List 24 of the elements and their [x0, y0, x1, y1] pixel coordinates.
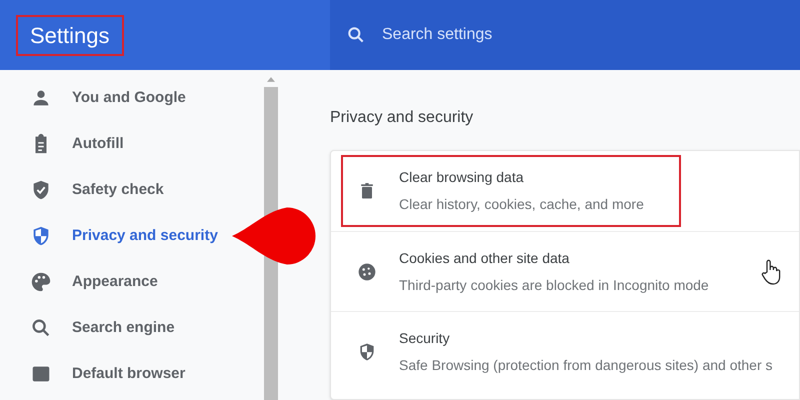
search-icon	[30, 317, 52, 339]
row-title: Security	[399, 328, 451, 348]
sidebar-item[interactable]: Privacy and security	[0, 213, 228, 259]
sidebar-item[interactable]: You and Google	[0, 75, 228, 121]
settings-title: Settings	[16, 14, 124, 56]
row-description: Safe Browsing (protection from dangerous sites) and other s	[399, 356, 773, 375]
settings-row[interactable]: Clear browsing data Clear history, cookies, cache, and more	[331, 151, 799, 231]
row-description: Third-party cookies are blocked in Incognito mode	[399, 276, 709, 295]
row-description: Clear history, cookies, cache, and more	[399, 195, 644, 214]
row-title: Clear browsing data	[399, 168, 525, 187]
sidebar-item[interactable]: Appearance	[0, 259, 228, 305]
sidebar-item[interactable]: Safety check	[0, 167, 228, 213]
row-title: Cookies and other site data	[399, 248, 570, 268]
cookie-icon	[357, 262, 377, 282]
scroll-up-icon[interactable]	[267, 77, 275, 82]
search-field[interactable]: Search settings	[330, 0, 800, 70]
section-title: Privacy and security	[330, 108, 474, 128]
settings-row[interactable]: Cookies and other site data Third-party cookies are blocked in Incognito mode	[331, 231, 799, 311]
palette-icon	[30, 271, 52, 293]
sidebar-item[interactable]: Search engine	[0, 305, 228, 351]
sidebar-item[interactable]: Autofill	[0, 121, 228, 167]
settings-row[interactable]: Security Safe Browsing (protection from dangerous sites) and other s	[331, 311, 799, 391]
search-icon	[346, 25, 366, 45]
sidebar-item[interactable]: Default browser	[0, 351, 228, 397]
